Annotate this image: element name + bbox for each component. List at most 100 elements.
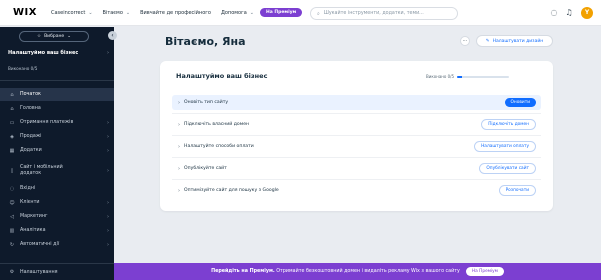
update-site-type-button[interactable]: Оновити bbox=[504, 98, 536, 107]
search-input[interactable]: ⌕ Шукайте інструменти, додатки, теми... bbox=[310, 7, 458, 20]
chevron-right-icon: › bbox=[107, 50, 109, 56]
chevron-right-icon: › bbox=[107, 199, 109, 206]
divider bbox=[172, 157, 541, 158]
premium-promo-bar: Перейдіть на Преміум. Отримайте безкошто… bbox=[114, 263, 601, 280]
sidebar-item-label: Налаштування bbox=[20, 269, 58, 275]
sidebar-item-payments[interactable]: ▭ Отримання платежів › bbox=[0, 116, 114, 129]
sidebar-item-label: Отримання платежів bbox=[20, 120, 74, 125]
apps-icon: ▦ bbox=[9, 147, 15, 154]
task-row-publish[interactable]: › Опублікуйте сайт Опублікувати сайт bbox=[172, 161, 541, 176]
task-label: Налаштуйте способи оплати bbox=[184, 144, 254, 149]
chevron-right-icon: › bbox=[178, 143, 180, 150]
sidebar-item-label: Початок bbox=[20, 92, 41, 97]
sidebar-item-label: Додатки bbox=[20, 148, 42, 153]
chevron-right-icon: › bbox=[178, 121, 180, 128]
chevron-right-icon: › bbox=[107, 133, 109, 140]
chevron-down-icon: ⌄ bbox=[125, 9, 131, 16]
favorites-button[interactable]: ☆ Вибране ⌄ bbox=[19, 31, 89, 42]
sidebar-item-home[interactable]: ⌂ Головна bbox=[0, 102, 114, 115]
task-label: Оновіть тип сайту bbox=[184, 100, 229, 105]
sidebar-item-automations[interactable]: ↻ Автоматичні дії › bbox=[0, 238, 114, 251]
task-label: Оптимізуйте сайт для пошуку з Google bbox=[184, 188, 279, 193]
search-icon: ⌕ bbox=[317, 11, 320, 17]
sidebar-item-analytics[interactable]: ▥ Аналітика › bbox=[0, 224, 114, 237]
chevron-right-icon: › bbox=[178, 187, 180, 194]
sidebar-item-settings[interactable]: ⚙ Налаштування bbox=[0, 263, 114, 280]
collapse-sidebar-button[interactable]: ‹ bbox=[108, 31, 117, 40]
divider bbox=[0, 80, 114, 81]
chevron-right-icon: › bbox=[107, 168, 109, 174]
upgrade-premium-button[interactable]: На Преміум bbox=[259, 8, 303, 17]
promo-upgrade-button[interactable]: На Преміум bbox=[465, 267, 504, 276]
chevron-down-icon: ⌄ bbox=[67, 34, 71, 39]
wix-logo[interactable]: WIX bbox=[13, 7, 43, 18]
sidebar-setup-progress: Виконано 0/5 bbox=[8, 66, 38, 71]
chat-icon: ◌ bbox=[9, 185, 15, 192]
mobile-icon: ▯ bbox=[10, 168, 14, 174]
chart-icon: ▥ bbox=[9, 227, 15, 234]
sidebar-item-sales[interactable]: ◈ Продажі › bbox=[0, 130, 114, 143]
page-title: Вітаємо, Яна bbox=[165, 35, 246, 48]
search-placeholder: Шукайте інструменти, додатки, теми... bbox=[323, 11, 424, 16]
setup-card-title: Налаштуймо ваш бізнес bbox=[176, 72, 268, 80]
promo-text-bold: Перейдіть на Преміум. bbox=[211, 269, 275, 274]
connect-domain-button[interactable]: Підключіть домен bbox=[481, 119, 536, 130]
home-icon: ⌂ bbox=[10, 91, 14, 98]
sidebar-item-marketing[interactable]: ◁ Маркетинг › bbox=[0, 210, 114, 223]
sidebar-item-label: Сайт і мобільний додаток bbox=[20, 165, 63, 176]
chevron-right-icon: › bbox=[178, 165, 180, 172]
pencil-icon: ✎ bbox=[485, 38, 490, 44]
top-link-help[interactable]: Допомога ⌄ bbox=[221, 10, 254, 16]
sidebar-item-apps[interactable]: ▦ Додатки › bbox=[0, 144, 114, 157]
sidebar-item-label: Автоматичні дії bbox=[20, 242, 60, 247]
chevron-down-icon: ⌄ bbox=[88, 9, 93, 16]
top-link-hire-pro[interactable]: Вивчайте де професійного bbox=[140, 10, 211, 16]
avatar[interactable]: Y bbox=[581, 7, 593, 19]
progress-label: Виконано 0/5 bbox=[426, 74, 455, 79]
star-icon: ☆ bbox=[37, 34, 42, 39]
megaphone-icon: ◁ bbox=[10, 213, 14, 220]
task-row-payments[interactable]: › Налаштуйте способи оплати Налаштувати … bbox=[172, 139, 541, 154]
sidebar-item-label: Головна bbox=[20, 106, 41, 111]
start-seo-button[interactable]: Розпочати bbox=[498, 185, 536, 196]
favorites-label: Вибране bbox=[44, 34, 65, 39]
sidebar-item-label: Аналітика bbox=[20, 228, 46, 233]
site-name: Caseincorrect bbox=[51, 9, 86, 16]
progress-bar bbox=[457, 75, 510, 78]
people-icon: ☺ bbox=[9, 199, 15, 206]
top-link-label: Вивчайте де професійного bbox=[140, 9, 211, 16]
customize-label: Налаштувати дизайн bbox=[492, 38, 544, 44]
automation-icon: ↻ bbox=[9, 241, 15, 248]
chevron-right-icon: › bbox=[107, 147, 109, 154]
publish-site-button[interactable]: Опублікувати сайт bbox=[479, 163, 536, 174]
sidebar-item-label: Вхідні bbox=[20, 186, 36, 191]
sidebar-item-customers[interactable]: ☺ Клієнти › bbox=[0, 196, 114, 209]
sidebar-item-label: Маркетинг bbox=[20, 214, 48, 219]
chevron-right-icon: › bbox=[107, 241, 109, 248]
promo-text: Перейдіть на Преміум. Отримайте безкошто… bbox=[211, 269, 460, 274]
task-row-seo[interactable]: › Оптимізуйте сайт для пошуку з Google Р… bbox=[172, 183, 541, 198]
site-selector[interactable]: Caseincorrect ⌄ bbox=[51, 10, 93, 16]
more-options-button[interactable]: ⋯ bbox=[460, 36, 470, 46]
customize-dashboard-button[interactable]: ✎ Налаштувати дизайн bbox=[476, 35, 553, 47]
sidebar-item-inbox[interactable]: ◌ Вхідні bbox=[0, 182, 114, 195]
sidebar-item-site-mobile[interactable]: ▯ Сайт і мобільний додаток › bbox=[0, 162, 114, 180]
sidebar-item-start[interactable]: ⌂ Початок bbox=[0, 88, 114, 101]
task-label: Опублікуйте сайт bbox=[184, 166, 227, 171]
task-row-site-type[interactable]: › Оновіть тип сайту Оновити bbox=[172, 95, 541, 110]
chat-icon[interactable]: ◌ bbox=[549, 8, 559, 18]
sidebar-item-label: Продажі bbox=[20, 134, 42, 139]
sidebar-item-label: Клієнти bbox=[20, 200, 40, 205]
tag-icon: ◈ bbox=[10, 133, 14, 140]
chevron-right-icon: › bbox=[107, 227, 109, 234]
setup-payments-button[interactable]: Налаштувати оплату bbox=[474, 141, 536, 152]
task-row-domain[interactable]: › Підключіть власний домен Підключіть до… bbox=[172, 117, 541, 132]
gear-icon: ⚙ bbox=[9, 269, 15, 275]
top-link-welcome[interactable]: Вітаємо ⌄ bbox=[103, 10, 131, 16]
setup-card-progress: Виконано 0/5 bbox=[426, 74, 510, 79]
bell-icon[interactable]: ♫ bbox=[564, 8, 574, 18]
top-link-label: Допомога bbox=[220, 9, 247, 16]
promo-text-body: Отримайте безкоштовний домен і видаліть … bbox=[276, 269, 460, 274]
sidebar-setup-title[interactable]: Налаштуймо ваш бізнес bbox=[8, 50, 78, 56]
top-link-label: Вітаємо bbox=[102, 9, 123, 16]
